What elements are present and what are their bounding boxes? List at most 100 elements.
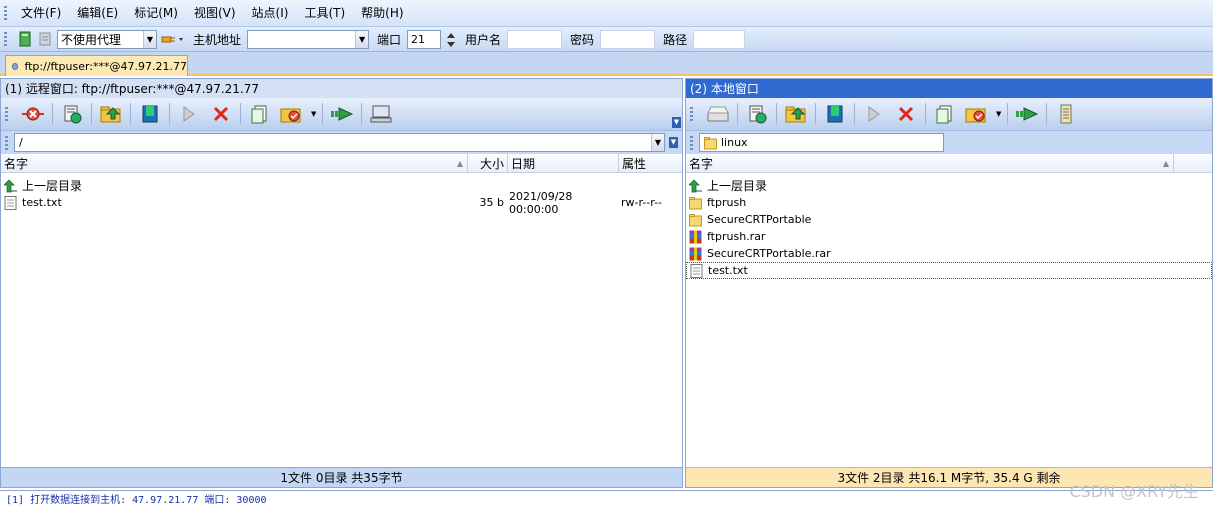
list-item[interactable]: test.txt 35 b 2021/09/28 00:00:00 rw-r--…: [1, 190, 682, 216]
remote-path-input[interactable]: / ▼: [14, 133, 665, 152]
drive-icon: [707, 106, 729, 122]
menu-mark[interactable]: 标记(M): [126, 0, 186, 27]
menu-site[interactable]: 站点(I): [244, 0, 297, 27]
port-spinner-icon[interactable]: [445, 31, 457, 47]
transfer-button[interactable]: [176, 101, 202, 127]
menu-file[interactable]: 文件(F): [13, 0, 69, 27]
chevron-down-icon: ▼: [651, 134, 664, 151]
toolbar-separator: [130, 103, 131, 125]
port-input[interactable]: 21: [407, 29, 442, 49]
remote-file-list[interactable]: 上一层目录 test.txt 35 b 2021/09/28 00:00:00 …: [1, 176, 682, 467]
remote-status-bar: 1文件 0目录 共35字节: [1, 467, 682, 487]
path-overflow-icon[interactable]: ▼: [669, 137, 678, 148]
menu-view[interactable]: 视图(V): [186, 0, 244, 27]
list-item[interactable]: SecureCRTPortable: [686, 211, 1212, 228]
local-path-input[interactable]: linux: [699, 133, 944, 152]
rar-archive-icon: [689, 230, 702, 244]
parent-folder-button[interactable]: [98, 101, 124, 127]
rename-icon: [251, 105, 267, 124]
disconnect-icon[interactable]: [37, 31, 53, 47]
col-header-name[interactable]: 名字 ▲: [686, 153, 1174, 173]
remote-pane-title: (1) 远程窗口: ftp://ftpuser:***@47.97.21.77: [1, 79, 682, 98]
remote-list-header: 名字 ▲ 大小 日期 属性: [1, 153, 682, 173]
terminal-button[interactable]: [368, 101, 394, 127]
password-input[interactable]: [600, 29, 656, 49]
go-button[interactable]: [329, 101, 355, 127]
chevron-down-icon[interactable]: ▼: [996, 110, 1001, 118]
list-item[interactable]: SecureCRTPortable.rar: [686, 245, 1212, 262]
col-name-label: 名字: [689, 156, 714, 171]
folder-icon: [689, 196, 702, 210]
item-size: 35 b: [479, 196, 504, 209]
properties-button[interactable]: [1053, 101, 1079, 127]
chevron-down-icon[interactable]: ▼: [311, 110, 316, 118]
go-button[interactable]: [1014, 101, 1040, 127]
new-connection-icon[interactable]: [17, 31, 33, 47]
item-name: test.txt: [708, 264, 748, 277]
rename-button[interactable]: [932, 101, 958, 127]
toolbar-separator: [1007, 103, 1009, 125]
folder-icon: [704, 136, 717, 150]
host-label: 主机地址: [193, 32, 242, 47]
col-date-label: 日期: [511, 156, 536, 171]
path-grip[interactable]: [690, 135, 693, 150]
item-name: SecureCRTPortable.rar: [707, 247, 831, 260]
menu-edit[interactable]: 编辑(E): [69, 0, 126, 27]
tab-session[interactable]: ftp://ftpuser:***@47.97.21.77: [5, 55, 188, 76]
delete-button[interactable]: [893, 101, 919, 127]
proxy-select[interactable]: 不使用代理 ▼: [57, 29, 157, 49]
parent-folder-button[interactable]: [783, 101, 809, 127]
chevron-down-icon: ▼: [355, 30, 369, 48]
new-folder-button[interactable]: [964, 101, 990, 127]
local-path-value: linux: [721, 136, 748, 149]
sort-asc-icon: ▲: [456, 158, 463, 168]
remote-path-row: / ▼ ▼: [1, 131, 682, 154]
path-input[interactable]: [693, 29, 746, 49]
arrow-right-icon: [331, 107, 354, 121]
list-item[interactable]: 上一层目录: [686, 177, 1212, 194]
remote-toolbar-grip[interactable]: [5, 107, 8, 121]
menu-tools[interactable]: 工具(T): [296, 0, 353, 27]
col-name-label: 名字: [4, 156, 29, 171]
bookmark-button[interactable]: [137, 101, 163, 127]
list-item[interactable]: ftprush.rar: [686, 228, 1212, 245]
list-item[interactable]: ftprush: [686, 194, 1212, 211]
delete-button[interactable]: [208, 101, 234, 127]
item-name-cell: 上一层目录: [686, 177, 767, 194]
item-attr: rw-r--r--: [621, 196, 663, 209]
toolbar-separator: [854, 103, 855, 125]
col-header-size[interactable]: 大小: [468, 153, 508, 173]
menu-grip[interactable]: [4, 6, 7, 20]
toolbar-separator: [737, 103, 738, 125]
plug-icon[interactable]: [161, 31, 185, 47]
bookmark-button[interactable]: [822, 101, 848, 127]
local-toolbar-grip[interactable]: [690, 107, 693, 121]
col-size-label: 大小: [479, 156, 504, 171]
new-folder-button[interactable]: [279, 101, 305, 127]
col-header-attr[interactable]: 属性: [619, 154, 682, 173]
connbar-grip[interactable]: [4, 32, 7, 46]
toolbar-separator: [1046, 103, 1048, 125]
local-path-row: linux: [686, 131, 1212, 154]
host-input[interactable]: ▼: [247, 29, 370, 49]
session-tabs: ftp://ftpuser:***@47.97.21.77: [0, 52, 1213, 76]
sort-asc-icon: ▲: [1162, 158, 1169, 168]
local-file-list[interactable]: 上一层目录 ftprush SecureCRTPortable ftprush.…: [686, 176, 1212, 467]
computer-icon: [370, 105, 392, 123]
col-header-date[interactable]: 日期: [508, 153, 619, 173]
text-file-icon: [690, 263, 703, 278]
toolbar-overflow-icon[interactable]: ▼: [672, 117, 681, 128]
item-name: SecureCRTPortable: [707, 213, 812, 226]
col-header-name[interactable]: 名字 ▲: [1, 153, 468, 173]
disconnect-button[interactable]: [20, 101, 46, 127]
drive-button[interactable]: [705, 101, 731, 127]
path-grip[interactable]: [5, 135, 8, 150]
local-pane-title: (2) 本地窗口: [686, 79, 1212, 98]
user-input[interactable]: [507, 29, 563, 49]
refresh-list-button[interactable]: [59, 101, 85, 127]
list-item[interactable]: test.txt: [686, 262, 1212, 279]
refresh-list-button[interactable]: [744, 101, 770, 127]
rename-button[interactable]: [247, 101, 273, 127]
menu-help[interactable]: 帮助(H): [353, 0, 411, 27]
transfer-button[interactable]: [861, 101, 887, 127]
